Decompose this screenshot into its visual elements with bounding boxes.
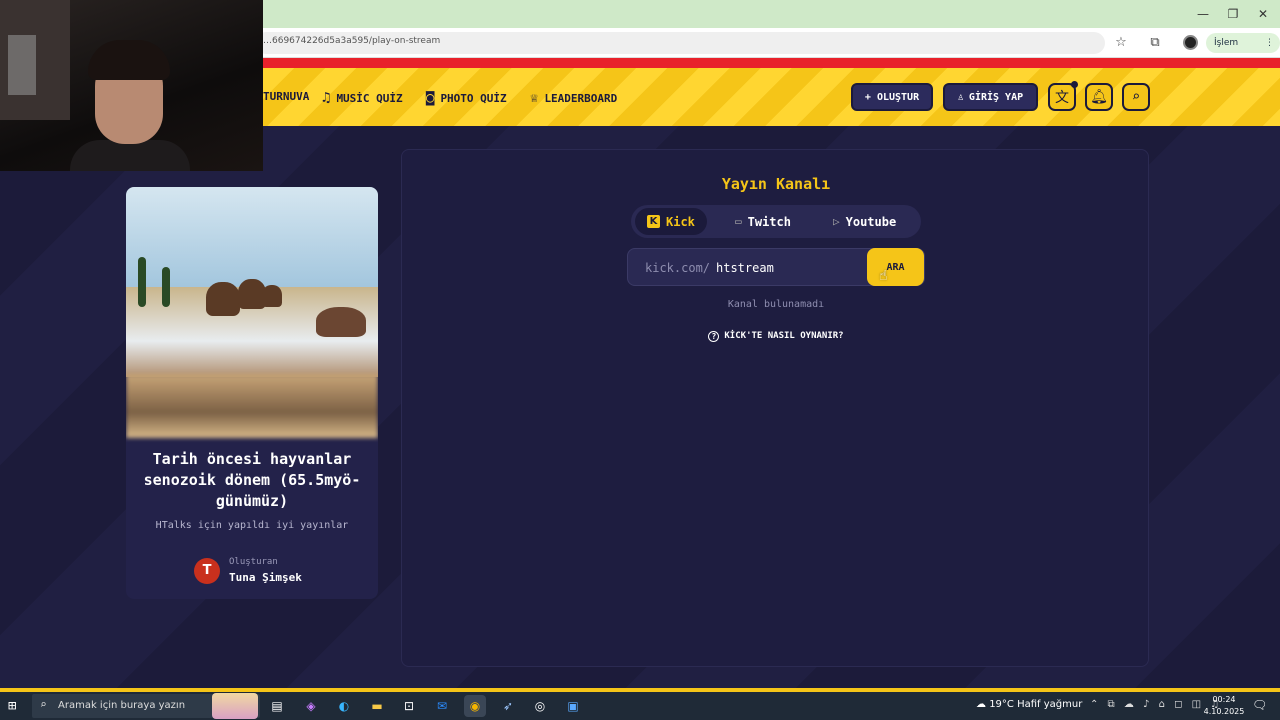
kick-logo-icon: K bbox=[647, 215, 660, 228]
tab-kick[interactable]: K Kick bbox=[635, 208, 707, 235]
weather-widget[interactable]: ☁ 19°C Hafif yağmur bbox=[976, 699, 1082, 710]
image-mammoth bbox=[262, 285, 282, 307]
channel-url-prefix: kick.com/ bbox=[645, 261, 711, 275]
quiz-card[interactable]: Tarih öncesi hayvanlar senozoik dönem (6… bbox=[126, 187, 378, 599]
app-window-icon[interactable]: ▣ bbox=[562, 695, 584, 717]
extensions-icon[interactable]: ⧉ bbox=[1146, 34, 1164, 52]
author-avatar: T bbox=[194, 558, 220, 584]
windows-taskbar: ⊞ ⌕ Aramak için buraya yazın ▤ ◈ ◐ ▬ ⊡ ✉… bbox=[0, 692, 1280, 720]
music-note-icon: ♫ bbox=[322, 90, 331, 106]
channel-search-button[interactable]: ARA bbox=[867, 248, 924, 286]
stream-channel-panel: Yayın Kanalı K Kick ▭ Twitch ▷ Youtube k… bbox=[401, 149, 1149, 667]
author-label: Oluşturan bbox=[229, 557, 278, 567]
tab-youtube[interactable]: ▷ Youtube bbox=[821, 208, 908, 235]
windows-start-icon[interactable]: ⊞ bbox=[8, 698, 16, 714]
notifications-button[interactable]: 🔔︎ bbox=[1085, 83, 1113, 111]
nav-tournament[interactable]: TURNUVA bbox=[263, 90, 309, 103]
image-mammoth bbox=[206, 282, 240, 316]
clock-date: 4.10.2025 bbox=[1203, 707, 1245, 716]
webcam-body bbox=[70, 140, 190, 171]
nav-photo-quiz[interactable]: ◙ PHOTO QUİZ bbox=[426, 90, 507, 106]
panel-title: Yayın Kanalı bbox=[721, 175, 831, 193]
file-explorer-icon[interactable]: ▬ bbox=[366, 695, 388, 717]
platform-tabs: K Kick ▭ Twitch ▷ Youtube bbox=[631, 205, 921, 238]
login-button[interactable]: ♙ GİRİŞ YAP bbox=[943, 83, 1038, 111]
notification-center-icon[interactable]: 🗨︎ bbox=[1252, 698, 1267, 712]
tab-twitch-label: Twitch bbox=[747, 214, 791, 229]
close-icon[interactable]: ✕ bbox=[1248, 4, 1278, 24]
user-icon: ♙ bbox=[957, 91, 964, 103]
obs-icon[interactable]: ◎ bbox=[529, 695, 551, 717]
channel-status-message: Kanal bulunamadı bbox=[727, 299, 825, 310]
image-tree bbox=[138, 257, 146, 307]
bookmark-star-icon[interactable]: ☆ bbox=[1112, 34, 1130, 52]
search-button[interactable]: ⌕ bbox=[1122, 83, 1150, 111]
image-tree bbox=[162, 267, 170, 307]
store-icon[interactable]: ⊡ bbox=[398, 695, 420, 717]
taskbar-clock[interactable]: 00:24 4.10.2025 bbox=[1200, 694, 1248, 718]
menu-dots-icon: ⋮ bbox=[1265, 38, 1274, 48]
kick-help-link[interactable]: ? KİCK'TE NASIL OYNANIR? bbox=[402, 331, 1150, 342]
image-rhino bbox=[316, 307, 366, 337]
help-circle-icon: ? bbox=[708, 331, 720, 342]
header-accent-strip bbox=[263, 58, 1280, 68]
copilot-icon[interactable]: ◈ bbox=[300, 695, 322, 717]
quiz-title: Tarih öncesi hayvanlar senozoik dönem (6… bbox=[143, 450, 361, 510]
nav-tournament-label: TURNUVA bbox=[263, 90, 310, 103]
quiz-cover-image bbox=[126, 187, 378, 438]
quiz-subtitle: HTalks için yapıldı iyi yayınlar bbox=[155, 520, 349, 531]
trophy-icon: ♕ bbox=[530, 90, 539, 106]
create-button-label: + OLUŞTUR bbox=[864, 91, 920, 103]
url-text: …669674226d5a3a595/play-on-stream bbox=[263, 36, 441, 46]
cloud-rain-icon: ☁ bbox=[976, 699, 986, 710]
nav-photo-quiz-label: PHOTO QUİZ bbox=[440, 91, 507, 105]
outlook-icon[interactable]: ✉ bbox=[431, 695, 453, 717]
login-button-label: GİRİŞ YAP bbox=[968, 91, 1024, 103]
author-name[interactable]: Tuna Şimşek bbox=[229, 571, 302, 584]
nav-leaderboard-label: LEADERBOARD bbox=[544, 91, 618, 105]
translate-icon: 文 bbox=[1055, 90, 1069, 106]
kick-help-label: KİCK'TE NASIL OYNANIR? bbox=[724, 331, 844, 341]
taskbar-search-icon: ⌕ bbox=[40, 698, 47, 711]
restore-icon[interactable]: ❐ bbox=[1218, 4, 1248, 24]
webcam-overlay bbox=[0, 0, 263, 171]
steam-icon[interactable]: ➶ bbox=[497, 695, 519, 717]
taskbar-search-placeholder: Aramak için buraya yazın bbox=[58, 700, 186, 711]
tab-youtube-label: Youtube bbox=[845, 214, 897, 229]
task-view-icon[interactable]: ▤ bbox=[266, 695, 288, 717]
nav-music-quiz-label: MUSİC QUİZ bbox=[336, 91, 403, 105]
address-bar[interactable]: …669674226d5a3a595/play-on-stream bbox=[255, 32, 1105, 54]
edge-icon[interactable]: ◐ bbox=[333, 695, 355, 717]
pointer-cursor-icon: ☝ bbox=[879, 268, 888, 284]
nav-leaderboard[interactable]: ♕ LEADERBOARD bbox=[530, 90, 617, 106]
chrome-icon[interactable]: ◉ bbox=[464, 695, 486, 717]
language-button[interactable]: 文 bbox=[1048, 81, 1078, 111]
youtube-icon: ▷ bbox=[833, 215, 840, 228]
camera-icon: ◙ bbox=[426, 90, 435, 106]
site-header: TURNUVA ♫ MUSİC QUİZ ◙ PHOTO QUİZ ♕ LEAD… bbox=[263, 68, 1280, 126]
minimize-icon[interactable]: — bbox=[1188, 4, 1218, 24]
profile-avatar-icon[interactable] bbox=[1183, 35, 1198, 50]
search-icon: ⌕ bbox=[1131, 89, 1141, 105]
tab-twitch[interactable]: ▭ Twitch bbox=[723, 208, 803, 235]
update-pending-button[interactable]: İşlem gerekli ⋮ bbox=[1206, 33, 1280, 68]
bell-icon: 🔔︎ bbox=[1090, 89, 1108, 105]
nav-music-quiz[interactable]: ♫ MUSİC QUİZ bbox=[322, 90, 403, 106]
tab-kick-label: Kick bbox=[666, 214, 695, 229]
search-highlight-image bbox=[212, 693, 258, 719]
language-indicator-dot bbox=[1071, 81, 1078, 88]
image-blurred-strip bbox=[126, 374, 378, 438]
webcam-hair bbox=[88, 40, 170, 80]
clock-time: 00:24 bbox=[1212, 695, 1236, 704]
create-button[interactable]: + OLUŞTUR bbox=[851, 83, 933, 111]
channel-input[interactable] bbox=[716, 257, 866, 279]
webcam-door bbox=[8, 35, 36, 95]
weather-text: 19°C Hafif yağmur bbox=[989, 699, 1083, 710]
twitch-icon: ▭ bbox=[735, 215, 742, 228]
